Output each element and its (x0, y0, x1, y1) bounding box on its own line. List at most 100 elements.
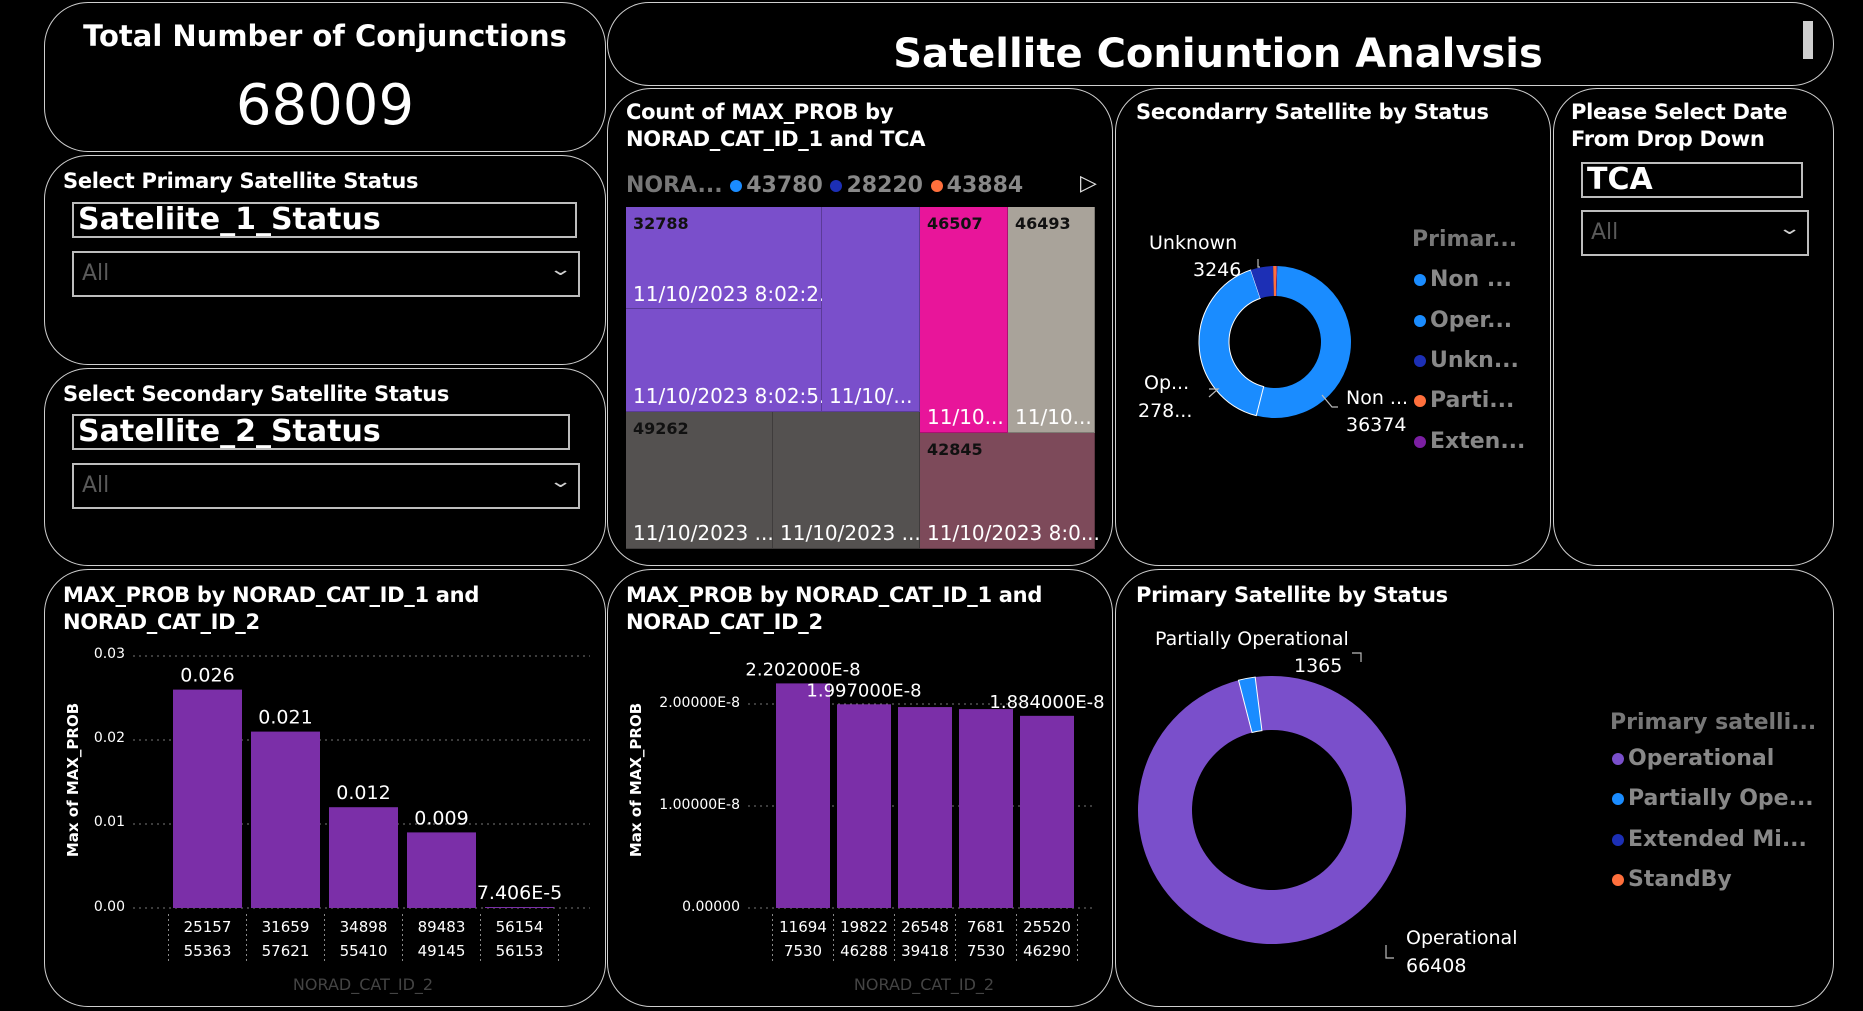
legend-dot-icon (1612, 874, 1624, 886)
x-tick-label: 31659 (262, 918, 310, 936)
bar[interactable] (407, 832, 476, 908)
legend-item-standby[interactable]: StandBy (1612, 867, 1732, 892)
bar[interactable] (898, 707, 952, 908)
leader-line (1385, 945, 1394, 959)
secondary-donut-card: Secondarry Satellite by Status Unknown 3… (1115, 88, 1551, 566)
legend-next-arrow-icon[interactable]: ▷ (1080, 171, 1097, 196)
bar[interactable] (251, 731, 320, 908)
x-tick-label: 7681 (967, 918, 1005, 936)
chevron-down-icon: ⌄ (548, 259, 573, 280)
x-tick-label: 46290 (1023, 942, 1071, 960)
donut-label-oper-name: Operational (1406, 927, 1518, 949)
secondary-slicer-title: Select Secondary Satellite Status (63, 382, 450, 406)
treemap-tile[interactable]: 42845 11/10/2023 8:0... (920, 433, 1100, 549)
y-tick-label: 0.00000 (682, 899, 740, 915)
bar[interactable] (837, 704, 891, 908)
secondary-status-dropdown[interactable]: All ⌄ (72, 463, 580, 509)
legend-dot-icon (730, 180, 743, 192)
donut-slice[interactable] (1198, 269, 1265, 417)
data-label: 0.009 (414, 807, 468, 829)
x-tick-label: 25520 (1023, 918, 1071, 936)
x-tick-label: 55363 (184, 942, 232, 960)
date-slicer-card: Please Select Date From Drop Down TCA Al… (1553, 88, 1834, 566)
y-axis-title: Max of MAX_PROB (64, 703, 82, 857)
legend-item-extended[interactable]: Extended Mi... (1612, 827, 1807, 852)
legend-item-exten[interactable]: Exten... (1414, 429, 1525, 454)
legend-item-parti[interactable]: Parti... (1414, 388, 1514, 413)
x-axis-title: NORAD_CAT_ID_2 (854, 975, 994, 995)
primary-status-dropdown[interactable]: All ⌄ (72, 251, 580, 297)
leader-line (1352, 652, 1362, 662)
treemap-tile[interactable]: 46507 11/10... (920, 207, 1008, 433)
x-tick-label: 56154 (496, 918, 544, 936)
leader-line (1208, 388, 1220, 398)
legend-item-partially[interactable]: Partially Ope... (1612, 786, 1814, 811)
legend-dot-icon (930, 180, 943, 192)
treemap-area: 32788 11/10/2023 8:02:2... 11/10/2023 8:… (626, 207, 1100, 549)
scrollbar-thumb[interactable] (1803, 21, 1813, 59)
bar[interactable] (485, 907, 554, 908)
kpi-title: Total Number of Conjunctions (83, 19, 567, 53)
donut-label-partial-name: Partially Operational (1155, 628, 1349, 650)
chevron-down-icon: ⌄ (548, 471, 573, 492)
treemap-tile[interactable]: 46493 11/10... (1008, 207, 1095, 433)
primary-dropdown-value: All (82, 261, 110, 286)
primary-donut-card: Primary Satellite by Status Partially Op… (1115, 569, 1834, 1007)
x-tick-label: 89483 (418, 918, 466, 936)
bar-chart-2-card: MAX_PROB by NORAD_CAT_ID_1 and NORAD_CAT… (607, 569, 1113, 1007)
legend-dot-icon (1414, 355, 1426, 367)
treemap-tile[interactable]: 11/10/... (822, 207, 920, 412)
y-tick-label: 0.00 (94, 899, 125, 915)
donut-label-unknown-name: Unknown (1149, 232, 1238, 254)
donut-label-op-name: Op... (1144, 372, 1190, 394)
y-tick-label: 1.00000E-8 (659, 797, 740, 813)
legend-item-non[interactable]: Non ... (1414, 267, 1512, 292)
x-tick-label: 25157 (184, 918, 232, 936)
legend-item-operational[interactable]: Operational (1612, 746, 1774, 771)
date-dropdown[interactable]: All ⌄ (1581, 210, 1809, 256)
donut-label-op-value: 278... (1138, 400, 1193, 422)
donut-label-non-name: Non ... (1346, 387, 1409, 409)
secondary-dropdown-value: All (82, 473, 110, 498)
legend-dot-icon (1414, 395, 1426, 407)
bar-chart-1: Max of MAX_PROB NORAD_CAT_ID_2 0.00 0.01… (64, 646, 590, 995)
date-slicer-title: Please Select Date From Drop Down (1571, 100, 1788, 151)
x-tick-label: 26548 (901, 918, 949, 936)
secondary-slicer-field: Satellite_2_Status (72, 414, 570, 450)
x-tick-label: 7530 (784, 942, 822, 960)
header-card: Satellite Coniuntion Analvsis (607, 2, 1834, 86)
treemap-tile[interactable]: 11/10/2023 ... (773, 412, 921, 549)
legend-item-oper[interactable]: Oper... (1414, 308, 1512, 333)
legend-dot-icon (1414, 436, 1426, 448)
treemap-tile[interactable]: 11/10/2023 8:02:5... (626, 309, 838, 412)
bar[interactable] (776, 683, 830, 908)
data-label: 0.021 (258, 707, 312, 729)
y-tick-label: 2.00000E-8 (659, 695, 740, 711)
primary-status-slicer: Select Primary Satellite Status Sateliit… (44, 155, 606, 365)
kpi-value: 68009 (235, 73, 415, 138)
secondary-legend-title: Primar... (1412, 227, 1518, 252)
legend-item[interactable]: 43884 (930, 173, 1023, 198)
x-tick-label: 56153 (496, 942, 544, 960)
treemap-tile[interactable]: 49262 11/10/2023 ... (626, 412, 774, 549)
primary-slicer-field: Sateliite_1_Status (72, 202, 577, 238)
legend-dot-icon (1414, 274, 1426, 286)
x-tick-label: 11694 (779, 918, 827, 936)
donut-slice[interactable] (1138, 676, 1406, 944)
data-label: 1.997000E-8 (806, 680, 921, 701)
primary-legend-title: Primary satelli... (1610, 710, 1817, 735)
bar[interactable] (329, 807, 398, 908)
x-axis-title: NORAD_CAT_ID_2 (293, 975, 433, 995)
bar[interactable] (1020, 715, 1074, 908)
x-tick-label: 49145 (418, 942, 466, 960)
legend-item[interactable]: 43780 (730, 173, 823, 198)
treemap-tile[interactable]: 11/10/2023 8:02:2... (626, 207, 838, 309)
donut-label-oper-value: 66408 (1406, 955, 1467, 977)
bar[interactable] (173, 689, 242, 908)
legend-item-unkn[interactable]: Unkn... (1414, 348, 1519, 373)
bar[interactable] (959, 709, 1013, 908)
page-title: Satellite Coniuntion Analvsis (893, 31, 1543, 77)
legend-item[interactable]: 28220 (830, 173, 923, 198)
donut-label-unknown-value: 3246 (1193, 259, 1242, 281)
date-slicer-field: TCA (1581, 162, 1803, 198)
